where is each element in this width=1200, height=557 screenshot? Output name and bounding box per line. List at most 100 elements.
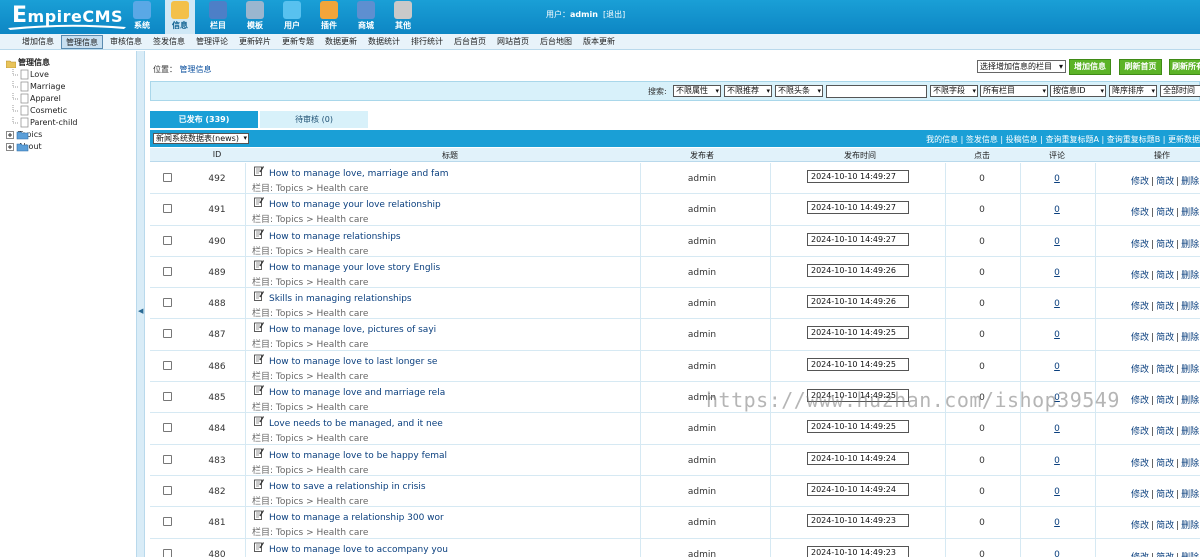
- edit-link[interactable]: 修改: [1131, 521, 1149, 531]
- simple-edit-link[interactable]: 简改: [1156, 208, 1174, 218]
- row-checkbox[interactable]: [163, 266, 172, 276]
- row-checkbox[interactable]: [163, 392, 172, 402]
- row-checkbox[interactable]: [163, 173, 172, 182]
- table-link[interactable]: 签发信息: [966, 135, 998, 144]
- edit-link[interactable]: 修改: [1131, 208, 1149, 218]
- submenu-item[interactable]: 更新碎片: [235, 35, 275, 49]
- row-title-link[interactable]: How to manage your love story Englis: [269, 263, 440, 273]
- simple-edit-link[interactable]: 简改: [1156, 240, 1174, 250]
- edit-link[interactable]: 修改: [1131, 240, 1149, 250]
- submenu-item[interactable]: 版本更新: [579, 35, 619, 49]
- submenu-item[interactable]: 后台地图: [536, 35, 576, 49]
- simple-edit-link[interactable]: 简改: [1156, 521, 1174, 531]
- submenu-item[interactable]: 增加信息: [18, 35, 58, 49]
- category-select[interactable]: 选择增加信息的栏目 ▾: [977, 60, 1066, 73]
- delete-link[interactable]: 删除: [1181, 427, 1199, 437]
- collapse-arrow-icon[interactable]: ◀: [138, 307, 143, 315]
- tree-item[interactable]: Apparel: [6, 93, 78, 105]
- tree-root[interactable]: 管理信息: [6, 57, 78, 69]
- simple-edit-link[interactable]: 简改: [1156, 302, 1174, 312]
- simple-edit-link[interactable]: 简改: [1156, 177, 1174, 187]
- submenu-item[interactable]: 数据更新: [321, 35, 361, 49]
- edit-link[interactable]: 修改: [1131, 177, 1149, 187]
- nav-item-0[interactable]: 系统: [128, 0, 156, 34]
- row-checkbox[interactable]: [163, 485, 172, 495]
- delete-link[interactable]: 删除: [1181, 302, 1199, 312]
- row-title-link[interactable]: How to save a relationship in crisis: [269, 482, 426, 492]
- table-link[interactable]: 更新数据: [1168, 135, 1200, 144]
- data-table-select[interactable]: 新闻系统数据表(news) ▾: [153, 133, 249, 144]
- simple-edit-link[interactable]: 简改: [1156, 396, 1174, 406]
- refresh-all-button[interactable]: 刷新所有: [1169, 59, 1200, 75]
- time-select[interactable]: 全部时间: [1160, 85, 1200, 97]
- table-link[interactable]: 我的信息: [926, 135, 958, 144]
- edit-link[interactable]: 修改: [1131, 553, 1149, 557]
- simple-edit-link[interactable]: 简改: [1156, 459, 1174, 469]
- empirecms-logo[interactable]: EmpireCMS: [8, 2, 126, 32]
- order-by-select[interactable]: 按信息ID ▾: [1050, 85, 1106, 97]
- nav-item-7[interactable]: 其他: [389, 0, 417, 34]
- submenu-item[interactable]: 后台首页: [450, 35, 490, 49]
- table-link[interactable]: 查询重复标题B: [1107, 135, 1161, 144]
- row-comments-link[interactable]: 0: [1050, 299, 1064, 309]
- row-comments-link[interactable]: 0: [1050, 424, 1064, 434]
- row-checkbox[interactable]: [163, 548, 172, 557]
- sort-select[interactable]: 降序排序 ▾: [1109, 85, 1157, 97]
- row-title-link[interactable]: How to manage love, pictures of sayi: [269, 325, 436, 335]
- row-checkbox[interactable]: [163, 454, 172, 464]
- row-title-link[interactable]: How to manage love and marriage rela: [269, 388, 445, 398]
- row-time-input[interactable]: 2024-10-10 14:49:26: [807, 295, 909, 309]
- edit-link[interactable]: 修改: [1131, 333, 1149, 343]
- delete-link[interactable]: 删除: [1181, 490, 1199, 500]
- row-time-input[interactable]: 2024-10-10 14:49:25: [807, 389, 909, 403]
- edit-link[interactable]: 修改: [1131, 302, 1149, 312]
- submenu-item[interactable]: 更新专题: [278, 35, 318, 49]
- row-comments-link[interactable]: 0: [1050, 518, 1064, 528]
- row-checkbox[interactable]: [163, 329, 172, 339]
- row-title-link[interactable]: Skills in managing relationships: [269, 294, 412, 304]
- row-checkbox[interactable]: [163, 517, 172, 527]
- row-checkbox[interactable]: [163, 235, 172, 245]
- row-time-input[interactable]: 2024-10-10 14:49:24: [807, 482, 909, 496]
- sidebar-splitter[interactable]: ◀: [136, 51, 145, 557]
- row-comments-link[interactable]: 0: [1050, 174, 1064, 184]
- column-select[interactable]: 所有栏目 ▾: [980, 85, 1048, 97]
- submenu-item[interactable]: 签发信息: [149, 35, 189, 49]
- search-input[interactable]: [826, 85, 927, 98]
- row-title-link[interactable]: Love needs to be managed, and it nee: [269, 419, 443, 429]
- submenu-item[interactable]: 管理评论: [192, 35, 232, 49]
- row-time-input[interactable]: 2024-10-10 14:49:26: [807, 263, 909, 277]
- row-comments-link[interactable]: 0: [1050, 362, 1064, 372]
- tab-pending[interactable]: 待审核 (0): [260, 111, 368, 128]
- delete-link[interactable]: 删除: [1181, 240, 1199, 250]
- row-comments-link[interactable]: 0: [1050, 487, 1064, 497]
- tree-item[interactable]: Marriage: [6, 81, 78, 93]
- delete-link[interactable]: 删除: [1181, 365, 1199, 375]
- row-time-input[interactable]: 2024-10-10 14:49:27: [807, 201, 909, 215]
- row-checkbox[interactable]: [163, 298, 172, 308]
- row-title-link[interactable]: How to manage a relationship 300 wor: [269, 513, 444, 523]
- row-time-input[interactable]: 2024-10-10 14:49:27: [807, 170, 909, 183]
- row-time-input[interactable]: 2024-10-10 14:49:24: [807, 451, 909, 465]
- row-comments-link[interactable]: 0: [1050, 237, 1064, 247]
- headline-select[interactable]: 不限头条 ▾: [775, 85, 823, 97]
- tree-item[interactable]: Love: [6, 69, 78, 81]
- row-title-link[interactable]: How to manage relationships: [269, 232, 401, 242]
- row-title-link[interactable]: How to manage love to accompany you: [269, 545, 448, 555]
- nav-item-5[interactable]: 插件: [315, 0, 343, 34]
- breadcrumb-link[interactable]: 管理信息: [180, 65, 212, 74]
- row-comments-link[interactable]: 0: [1050, 393, 1064, 403]
- row-time-input[interactable]: 2024-10-10 14:49:25: [807, 326, 909, 340]
- field-select[interactable]: 不限字段 ▾: [930, 85, 978, 97]
- row-time-input[interactable]: 2024-10-10 14:49:27: [807, 232, 909, 246]
- row-comments-link[interactable]: 0: [1050, 456, 1064, 466]
- row-title-link[interactable]: How to manage love to be happy femal: [269, 451, 447, 461]
- submenu-item[interactable]: 排行统计: [407, 35, 447, 49]
- delete-link[interactable]: 删除: [1181, 396, 1199, 406]
- edit-link[interactable]: 修改: [1131, 490, 1149, 500]
- attr-select[interactable]: 不限属性 ▾: [673, 85, 721, 97]
- edit-link[interactable]: 修改: [1131, 459, 1149, 469]
- row-checkbox[interactable]: [163, 423, 172, 433]
- row-time-input[interactable]: 2024-10-10 14:49:25: [807, 420, 909, 434]
- edit-link[interactable]: 修改: [1131, 365, 1149, 375]
